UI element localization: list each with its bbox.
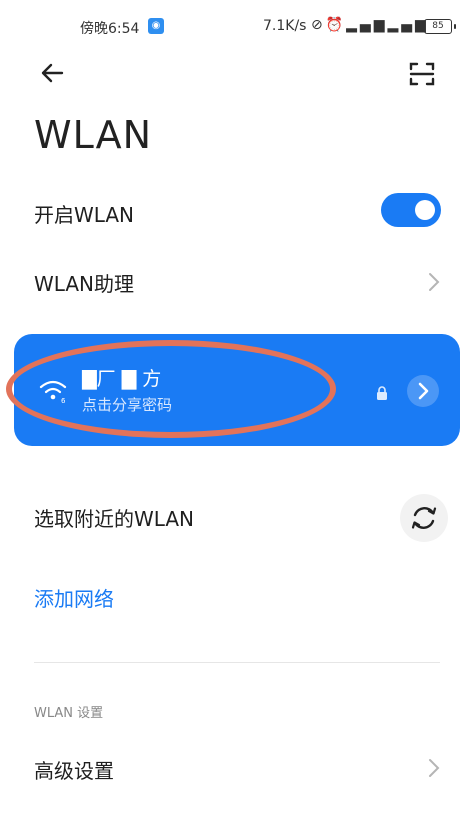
lock-icon <box>377 386 387 400</box>
refresh-button[interactable] <box>400 494 448 542</box>
wlan-settings-section-header: WLAN 设置 <box>34 706 104 721</box>
chevron-right-icon <box>418 382 429 400</box>
toggle-knob <box>415 200 435 220</box>
back-arrow-icon <box>41 63 64 83</box>
divider <box>34 662 440 663</box>
battery-icon: 85 <box>424 19 456 34</box>
advanced-settings-label: 高级设置 <box>34 759 114 783</box>
back-button[interactable] <box>38 58 68 88</box>
chevron-right-icon <box>429 273 440 291</box>
status-icons: ⊘⏰▂▄▆▂▄▆ <box>311 17 429 33</box>
scan-button[interactable] <box>408 60 436 88</box>
refresh-icon <box>411 507 437 529</box>
scan-icon <box>409 62 435 86</box>
nearby-wlan-label: 选取附近的WLAN <box>34 507 195 531</box>
wlan-toggle-label: 开启WLAN <box>34 203 135 227</box>
annotation-ellipse <box>6 340 336 438</box>
notification-app-icon: ◉ <box>148 18 164 34</box>
network-speed: 7.1K/s <box>263 18 307 34</box>
chevron-right-icon <box>429 759 440 777</box>
add-network-link[interactable]: 添加网络 <box>34 583 114 612</box>
wlan-toggle[interactable] <box>381 193 441 227</box>
network-details-button[interactable] <box>407 375 439 407</box>
wlan-assistant-label: WLAN助理 <box>34 272 135 296</box>
wlan-assistant-row[interactable]: WLAN助理 <box>0 258 475 304</box>
status-time: 傍晚6:54 <box>80 21 140 37</box>
page-title: WLAN <box>34 113 153 157</box>
status-bar: 傍晚6:54 ◉ 7.1K/s ⊘⏰▂▄▆▂▄▆ 85 <box>0 14 475 40</box>
advanced-settings-row[interactable]: 高级设置 <box>0 745 475 791</box>
